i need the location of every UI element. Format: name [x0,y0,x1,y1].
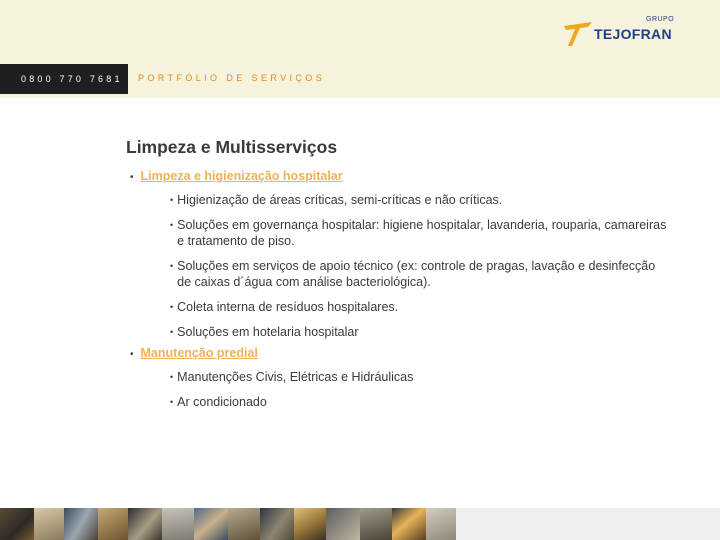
worker-photo [98,508,128,540]
worker-photo [228,508,260,540]
section-header: • Manutenção predial [130,346,696,360]
list-item: • Higienização de áreas críticas, semi-cr… [170,192,670,208]
section-title: PORTFÓLIO DE SERVIÇOS [138,73,326,83]
page-title: Limpeza e Multisserviços [126,137,338,157]
list-item: • Manutenções Civis, Elétricas e Hidráuli… [170,369,670,385]
worker-photo [392,508,426,540]
company-logo: GRUPO TEJOFRAN [562,16,682,50]
worker-photo [34,508,64,540]
worker-photo [64,508,98,540]
worker-photo [260,508,294,540]
worker-photo [128,508,162,540]
logo-mark-icon [564,22,592,46]
bullet-icon: • [130,349,134,360]
bullet-icon: • [170,195,174,205]
section-cleaning: • Limpeza e higienização hospitalar • Hig… [126,169,696,340]
list-item: • Soluções em hotelaria hospitalar [170,324,670,340]
bullet-icon: • [130,172,134,183]
worker-photo [0,508,34,540]
section-link-maintenance[interactable]: Manutenção predial [141,346,258,360]
photo-strip [0,508,720,540]
worker-photo [426,508,456,540]
list-item-text: Manutenções Civis, Elétricas e Hidráulic… [177,370,414,384]
section-items: • Manutenções Civis, Elétricas e Hidráuli… [126,369,696,410]
phone-text: 0800 770 7681 [21,74,123,84]
list-item-text: Soluções em hotelaria hospitalar [177,325,359,339]
section-maintenance: • Manutenção predial • Manutenções Civis,… [126,346,696,410]
main-content: Limpeza e Multisserviços • Limpeza e hig… [126,137,696,416]
logo-brand-name: TEJOFRAN [594,26,672,42]
list-item-text: Soluções em serviços de apoio técnico (e… [177,259,656,289]
section-items: • Higienização de áreas críticas, semi-cr… [126,192,696,340]
list-item-text: Higienização de áreas críticas, semi-crí… [177,193,503,207]
bullet-icon: • [170,302,174,312]
bullet-icon: • [170,327,174,337]
bullet-icon: • [170,220,174,230]
list-item-text: Ar condicionado [177,395,267,409]
section-header: • Limpeza e higienização hospitalar [130,169,696,183]
list-item: • Coleta interna de resíduos hospitalares… [170,299,670,315]
list-item: • Soluções em serviços de apoio técnico (… [170,258,670,290]
photo-strip-spacer [456,508,720,540]
list-item: • Ar condicionado [170,394,670,410]
bullet-icon: • [170,261,174,271]
list-item-text: Coleta interna de resíduos hospitalares. [177,300,399,314]
logo-group-label: GRUPO [646,16,675,23]
phone-number: 0800 770 7681 [0,64,128,94]
worker-photo [360,508,392,540]
worker-photo [326,508,360,540]
bullet-icon: • [170,372,174,382]
list-item-text: Soluções em governança hospitalar: higie… [177,218,667,248]
bullet-icon: • [170,397,174,407]
section-link-cleaning[interactable]: Limpeza e higienização hospitalar [141,169,343,183]
worker-photo [194,508,228,540]
list-item: • Soluções em governança hospitalar: higi… [170,217,670,249]
worker-photo [294,508,326,540]
worker-photo [162,508,194,540]
